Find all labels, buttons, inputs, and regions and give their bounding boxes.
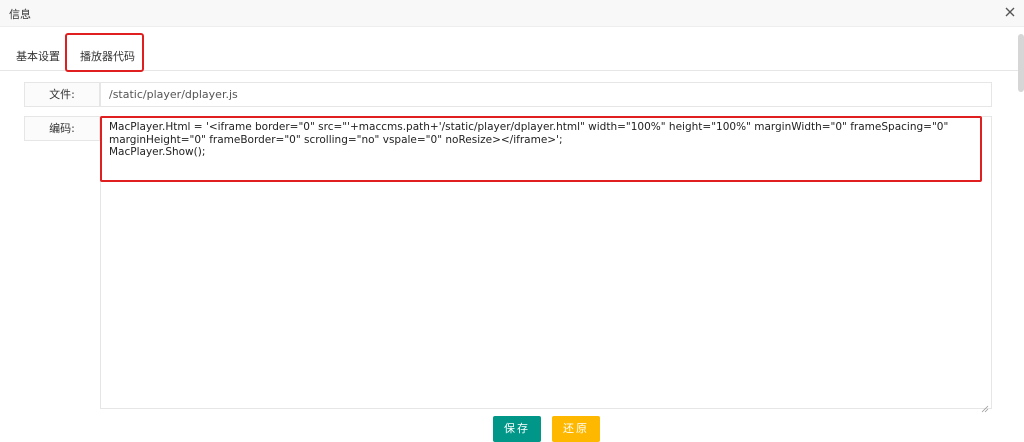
tab-basic-settings[interactable]: 基本设置 bbox=[16, 48, 60, 64]
code-label: 编码: bbox=[24, 116, 100, 141]
scrollbar-thumb[interactable] bbox=[1018, 34, 1024, 92]
tab-bar: 基本设置 播放器代码 bbox=[0, 40, 1018, 71]
file-path-input[interactable]: /static/player/dplayer.js bbox=[100, 82, 992, 107]
dialog-titlebar: 信息 bbox=[0, 0, 1024, 27]
file-label: 文件: bbox=[24, 82, 100, 107]
reset-button[interactable]: 还原 bbox=[552, 416, 600, 442]
resize-grip-icon[interactable] bbox=[981, 398, 989, 413]
dialog-title: 信息 bbox=[9, 8, 31, 21]
code-highlight-box bbox=[100, 116, 982, 182]
close-icon[interactable] bbox=[1002, 4, 1018, 20]
tab-highlight-box bbox=[65, 33, 144, 72]
save-button[interactable]: 保存 bbox=[493, 416, 541, 442]
